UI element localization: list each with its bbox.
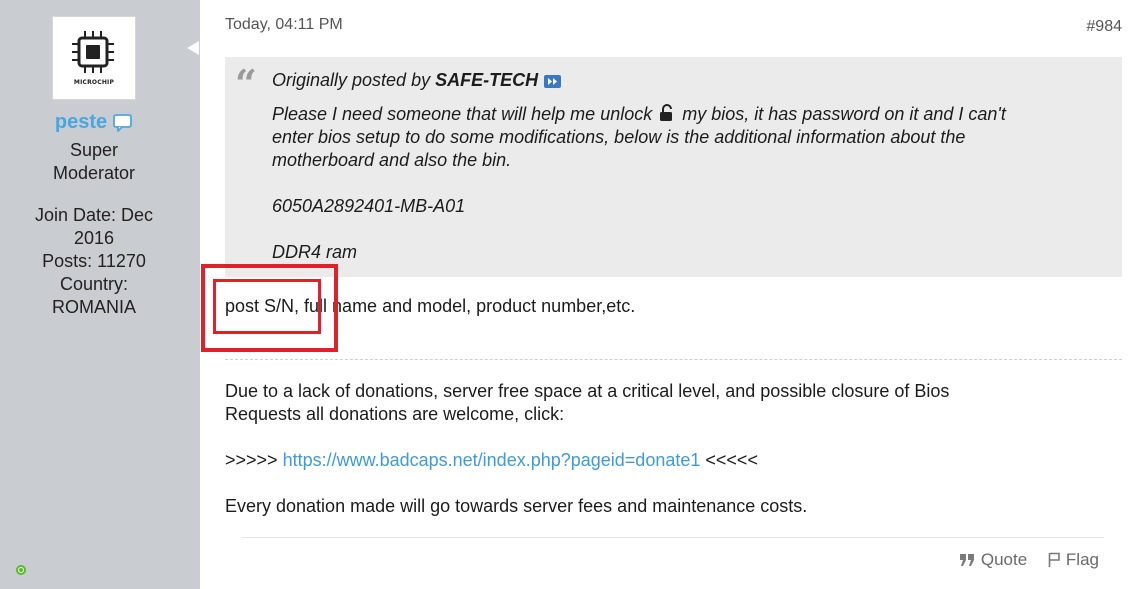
country-value: ROMANIA: [51, 297, 136, 317]
highlight-box-inner: [213, 279, 321, 334]
quote-line: motherboard and also the bin.: [272, 150, 512, 170]
user-sidebar: MICROCHIP peste Super Moderator Join Dat…: [0, 0, 200, 589]
quote-line: 6050A2892401-MB-A01: [272, 196, 466, 216]
signature-line: Due to a lack of donations, server free …: [225, 381, 950, 401]
signature: Due to a lack of donations, server free …: [225, 380, 1085, 518]
join-date: Join Date: Dec: [34, 205, 154, 225]
quote-line: Please I need someone that will help me …: [272, 103, 1112, 126]
post-footer-divider: [242, 537, 1104, 538]
quote-text: my bios, it has password on it and I can…: [682, 104, 1006, 124]
country-label: Country:: [59, 274, 129, 294]
lock-open-icon: [660, 104, 673, 121]
flag-label: Flag: [1065, 550, 1099, 569]
quote-icon: [959, 554, 974, 566]
user-title-line: Super: [69, 140, 119, 160]
quote-text: Please I need someone that will help me …: [272, 104, 653, 124]
sidebar-pointer: [187, 41, 199, 55]
quote-label: Quote: [980, 550, 1028, 569]
quote-prefix: Originally posted by: [272, 70, 431, 90]
link-suffix: <<<<<: [700, 450, 758, 470]
avatar[interactable]: MICROCHIP: [52, 16, 136, 100]
user-title: Super Moderator: [20, 139, 168, 185]
speech-bubble-icon[interactable]: [113, 114, 133, 132]
flag-button[interactable]: Flag: [1048, 550, 1099, 570]
quote-mark-icon: “: [235, 61, 257, 106]
quote-header: Originally posted by SAFE-TECH: [272, 69, 1112, 92]
quote-button[interactable]: Quote: [959, 550, 1027, 570]
quote-blank-line: [272, 218, 1112, 241]
flag-icon: [1048, 552, 1060, 567]
link-prefix: >>>>>: [225, 450, 283, 470]
quote-block: “ Originally posted by SAFE-TECH Please …: [225, 57, 1122, 277]
user-meta: Join Date: Dec 2016 Posts: 11270 Country…: [18, 204, 170, 319]
post-date: Today, 04:11 PM: [225, 16, 343, 33]
microchip-icon: [72, 31, 114, 73]
signature-line: Every donation made will go towards serv…: [225, 496, 808, 516]
signature-line: Requests all donations are welcome, clic…: [225, 404, 565, 424]
quote-line: DDR4 ram: [272, 242, 358, 262]
username-row: peste: [0, 111, 188, 134]
quote-line: enter bios setup to do some modification…: [272, 127, 966, 147]
signature-divider: [225, 359, 1122, 360]
view-post-icon[interactable]: [544, 75, 562, 88]
quote-blank-line: [272, 172, 1112, 195]
post-count: Posts: 11270: [42, 251, 146, 271]
post-number-link[interactable]: #984: [1086, 18, 1122, 36]
quote-content: Originally posted by SAFE-TECH Please I …: [272, 69, 1112, 264]
online-status-icon: [16, 565, 26, 575]
donate-link[interactable]: https://www.badcaps.net/index.php?pageid…: [283, 450, 701, 470]
signature-link-line: >>>>> https://www.badcaps.net/index.php?…: [225, 449, 1085, 472]
post-actions: Quote Flag: [943, 550, 1099, 570]
user-title-line: Moderator: [52, 163, 136, 183]
join-date-year: 2016: [73, 228, 115, 248]
quote-author: SAFE-TECH: [435, 70, 539, 90]
username-link[interactable]: peste: [55, 111, 107, 133]
avatar-logo-text: MICROCHIP: [73, 79, 115, 86]
